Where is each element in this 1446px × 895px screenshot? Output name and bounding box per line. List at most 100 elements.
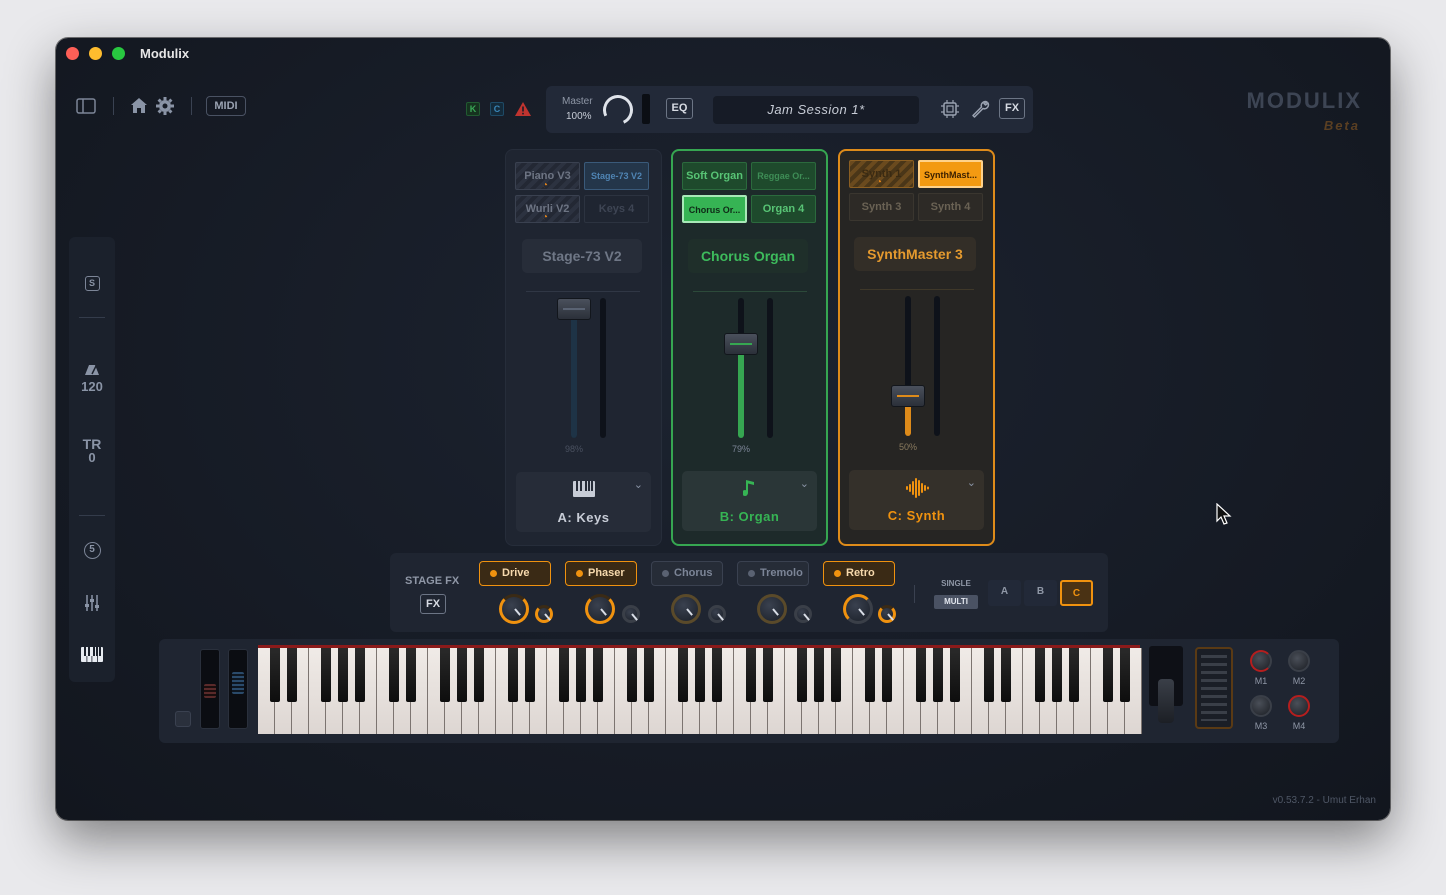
fx-chorus-button[interactable]: Chorus	[651, 561, 723, 586]
preset-b-3[interactable]: Chorus Or...	[682, 195, 747, 223]
channel-c-selector[interactable]: ⌄ C: Synth	[849, 470, 984, 530]
black-key[interactable]	[933, 648, 943, 702]
macro-knob-m3[interactable]	[1250, 695, 1272, 717]
preset-c-2[interactable]: SynthMast...	[918, 160, 983, 188]
black-key[interactable]	[593, 648, 603, 702]
warning-icon[interactable]	[514, 101, 532, 122]
black-key[interactable]	[950, 648, 960, 702]
fader-a-handle[interactable]	[557, 297, 591, 320]
black-key[interactable]	[865, 648, 875, 702]
minimize-window-button[interactable]	[89, 47, 102, 60]
drive-knob[interactable]	[499, 594, 529, 624]
preset-a-2[interactable]: Stage-73 V2	[584, 162, 649, 190]
chevron-down-icon[interactable]: ⌄	[967, 476, 976, 489]
black-key[interactable]	[321, 648, 331, 702]
fader-b-handle[interactable]	[724, 332, 758, 355]
expression-pedal[interactable]	[1195, 647, 1233, 729]
mod-wheel[interactable]	[228, 649, 248, 729]
preset-b-4[interactable]: Organ 4	[751, 195, 816, 223]
black-key[interactable]	[355, 648, 365, 702]
macro-knob-m4[interactable]	[1288, 695, 1310, 717]
sidebar-toggle-icon[interactable]	[76, 98, 96, 119]
five-button[interactable]: 5	[69, 542, 115, 559]
black-key[interactable]	[797, 648, 807, 702]
tremolo-link-icon[interactable]	[794, 605, 812, 623]
black-key[interactable]	[627, 648, 637, 702]
gear-icon[interactable]	[156, 97, 174, 120]
preset-c-4[interactable]: Synth 4	[918, 193, 983, 221]
cpu-icon[interactable]	[941, 100, 959, 123]
fx-button[interactable]: FX	[999, 98, 1025, 119]
black-key[interactable]	[440, 648, 450, 702]
target-c-button[interactable]: C	[1060, 580, 1093, 606]
session-name[interactable]: Jam Session 1*	[713, 96, 919, 124]
retro-small-knob[interactable]	[878, 605, 896, 623]
black-key[interactable]	[1069, 648, 1079, 702]
black-key[interactable]	[712, 648, 722, 702]
black-key[interactable]	[508, 648, 518, 702]
phaser-link-icon[interactable]	[622, 605, 640, 623]
phaser-knob[interactable]	[585, 594, 615, 624]
preset-b-1[interactable]: Soft Organ	[682, 162, 747, 190]
black-key[interactable]	[457, 648, 467, 702]
black-key[interactable]	[984, 648, 994, 702]
drive-small-knob[interactable]	[535, 605, 553, 623]
expression-slider[interactable]	[1158, 679, 1174, 723]
black-key[interactable]	[678, 648, 688, 702]
mode-multi-button[interactable]: MULTI	[934, 595, 978, 609]
black-key[interactable]	[559, 648, 569, 702]
black-key[interactable]	[287, 648, 297, 702]
preset-c-3[interactable]: Synth 3	[849, 193, 914, 221]
home-icon[interactable]	[130, 97, 148, 119]
fx-tremolo-button[interactable]: Tremolo	[737, 561, 809, 586]
chorus-link-icon[interactable]	[708, 605, 726, 623]
mixer-icon[interactable]	[69, 594, 115, 617]
fx-phaser-button[interactable]: Phaser	[565, 561, 637, 586]
black-key[interactable]	[1120, 648, 1130, 702]
macro-knob-m2[interactable]	[1288, 650, 1310, 672]
black-key[interactable]	[338, 648, 348, 702]
black-key[interactable]	[474, 648, 484, 702]
zoom-window-button[interactable]	[112, 47, 125, 60]
channel-a-selector[interactable]: ⌄ A: Keys	[516, 472, 651, 532]
close-window-button[interactable]	[66, 47, 79, 60]
target-b-button[interactable]: B	[1024, 580, 1057, 606]
preset-a-4[interactable]: Keys 4	[584, 195, 649, 223]
fader-c-handle[interactable]	[891, 384, 925, 407]
black-key[interactable]	[1103, 648, 1113, 702]
metronome-button[interactable]: 120	[69, 363, 115, 394]
wrench-icon[interactable]	[970, 99, 990, 124]
eq-button[interactable]: EQ	[666, 98, 693, 119]
master-volume-knob[interactable]	[598, 90, 638, 130]
black-key[interactable]	[763, 648, 773, 702]
black-key[interactable]	[831, 648, 841, 702]
black-key[interactable]	[389, 648, 399, 702]
black-key[interactable]	[270, 648, 280, 702]
black-key[interactable]	[644, 648, 654, 702]
black-key[interactable]	[1052, 648, 1062, 702]
preset-b-2[interactable]: Reggae Or...	[751, 162, 816, 190]
piano-keyboard[interactable]	[258, 645, 1142, 734]
transpose-button[interactable]: TR 0	[69, 437, 115, 465]
keyboard-view-icon[interactable]	[69, 647, 115, 667]
channel-b-selector[interactable]: ⌄ B: Organ	[682, 471, 817, 531]
s-button[interactable]: S	[69, 276, 115, 291]
black-key[interactable]	[695, 648, 705, 702]
mode-single-button[interactable]: SINGLE	[934, 577, 978, 591]
retro-knob[interactable]	[843, 594, 873, 624]
black-key[interactable]	[814, 648, 824, 702]
black-key[interactable]	[746, 648, 756, 702]
black-key[interactable]	[576, 648, 586, 702]
chevron-down-icon[interactable]: ⌄	[634, 478, 643, 491]
black-key[interactable]	[406, 648, 416, 702]
macro-knob-m1[interactable]	[1250, 650, 1272, 672]
black-key[interactable]	[525, 648, 535, 702]
pitch-wheel[interactable]	[200, 649, 220, 729]
keyboard-settings-icon[interactable]	[175, 711, 191, 727]
black-key[interactable]	[1035, 648, 1045, 702]
chevron-down-icon[interactable]: ⌄	[800, 477, 809, 490]
tremolo-knob[interactable]	[757, 594, 787, 624]
black-key[interactable]	[882, 648, 892, 702]
stage-fx-button[interactable]: FX	[420, 594, 446, 614]
chorus-knob[interactable]	[671, 594, 701, 624]
